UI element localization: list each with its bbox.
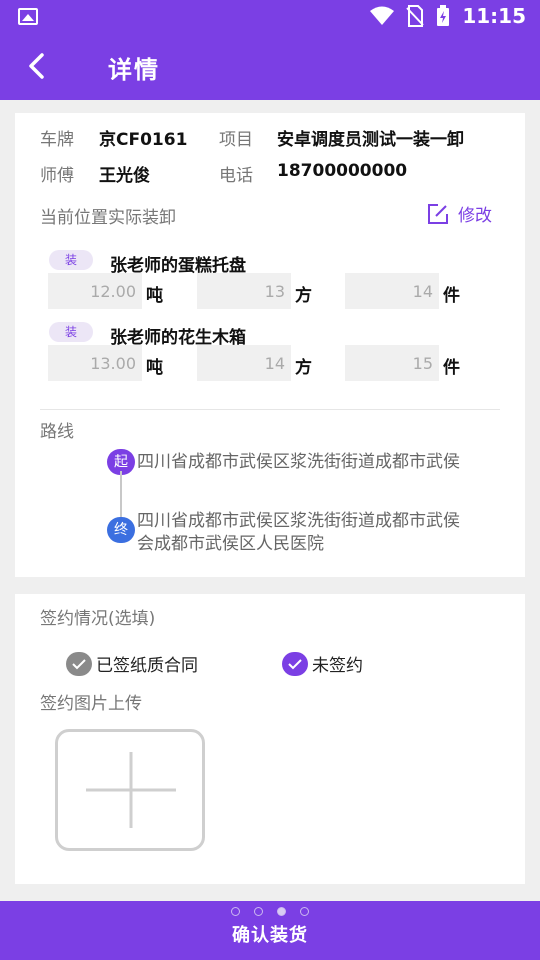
confirm-load-label: 确认装货 — [232, 925, 308, 946]
volume-unit: 方 — [295, 358, 312, 378]
edit-icon — [428, 203, 448, 224]
radio-signed-contract[interactable]: 已签纸质合同 — [66, 651, 198, 676]
app-header: 详情 — [0, 32, 540, 100]
signing-title: 签约情况(选填) — [40, 609, 156, 629]
volume-input[interactable] — [197, 273, 291, 309]
count-unit: 件 — [443, 358, 460, 378]
driver-label: 师傅 — [40, 166, 74, 186]
page-title: 详情 — [108, 56, 160, 84]
plus-icon — [86, 752, 176, 828]
page-dot — [231, 907, 240, 916]
image-icon — [18, 8, 38, 25]
signing-card: 签约情况(选填) 已签纸质合同 未签约 签约图片上传 — [15, 594, 525, 884]
volume-input[interactable] — [197, 345, 291, 381]
project-label: 项目 — [219, 130, 253, 150]
load-tag: 装 — [49, 322, 93, 342]
page-dot-active — [277, 907, 286, 916]
weight-unit: 吨 — [146, 286, 163, 306]
edit-label: 修改 — [458, 206, 492, 226]
back-button[interactable] — [16, 46, 56, 86]
load-tag: 装 — [49, 250, 93, 270]
count-unit: 件 — [443, 286, 460, 306]
status-icons: 11:15 — [370, 0, 540, 32]
page-indicator — [0, 907, 540, 916]
edit-button[interactable]: 修改 — [426, 201, 492, 226]
chevron-left-icon — [29, 53, 44, 79]
count-input[interactable] — [345, 345, 439, 381]
weight-input[interactable] — [48, 273, 142, 309]
confirm-load-button[interactable]: 确认装货 — [0, 901, 540, 960]
battery-charging-icon — [437, 5, 450, 26]
driver-value: 王光俊 — [99, 166, 150, 186]
route-end-badge: 终 — [107, 517, 135, 543]
weight-unit: 吨 — [146, 358, 163, 378]
route-title: 路线 — [40, 422, 74, 442]
project-value: 安卓调度员测试一装一卸 — [277, 130, 464, 150]
divider — [40, 409, 500, 410]
route-start-address: 四川省成都市武侯区浆洗街街道成都市武侯 — [137, 452, 460, 472]
route-connector — [120, 471, 122, 523]
phone-value[interactable]: 18700000000 — [277, 161, 407, 181]
radio-unsigned-label: 未签约 — [312, 656, 363, 676]
loading-title: 当前位置实际装卸 — [40, 208, 176, 228]
check-icon — [66, 651, 92, 676]
radio-signed-label: 已签纸质合同 — [96, 656, 198, 676]
upload-title: 签约图片上传 — [40, 694, 142, 714]
phone-label: 电话 — [219, 166, 253, 186]
weight-input[interactable] — [48, 345, 142, 381]
clock: 11:15 — [462, 4, 526, 28]
route-end-address-line2: 会成都市武侯区人民医院 — [137, 534, 324, 554]
plate-value: 京CF0161 — [99, 130, 188, 150]
plate-label: 车牌 — [40, 130, 74, 150]
upload-image-button[interactable] — [55, 729, 205, 851]
no-sim-icon — [406, 5, 425, 27]
route-end-address: 四川省成都市武侯区浆洗街街道成都市武侯 — [137, 511, 460, 531]
detail-card: 车牌 京CF0161 项目 安卓调度员测试一装一卸 师傅 王光俊 电话 1870… — [15, 113, 525, 577]
page-dot — [254, 907, 263, 916]
count-input[interactable] — [345, 273, 439, 309]
radio-unsigned[interactable]: 未签约 — [282, 651, 363, 676]
status-bar: 11:15 — [0, 0, 540, 32]
check-icon — [282, 651, 308, 676]
page-dot — [300, 907, 309, 916]
volume-unit: 方 — [295, 286, 312, 306]
wifi-icon — [370, 6, 395, 25]
